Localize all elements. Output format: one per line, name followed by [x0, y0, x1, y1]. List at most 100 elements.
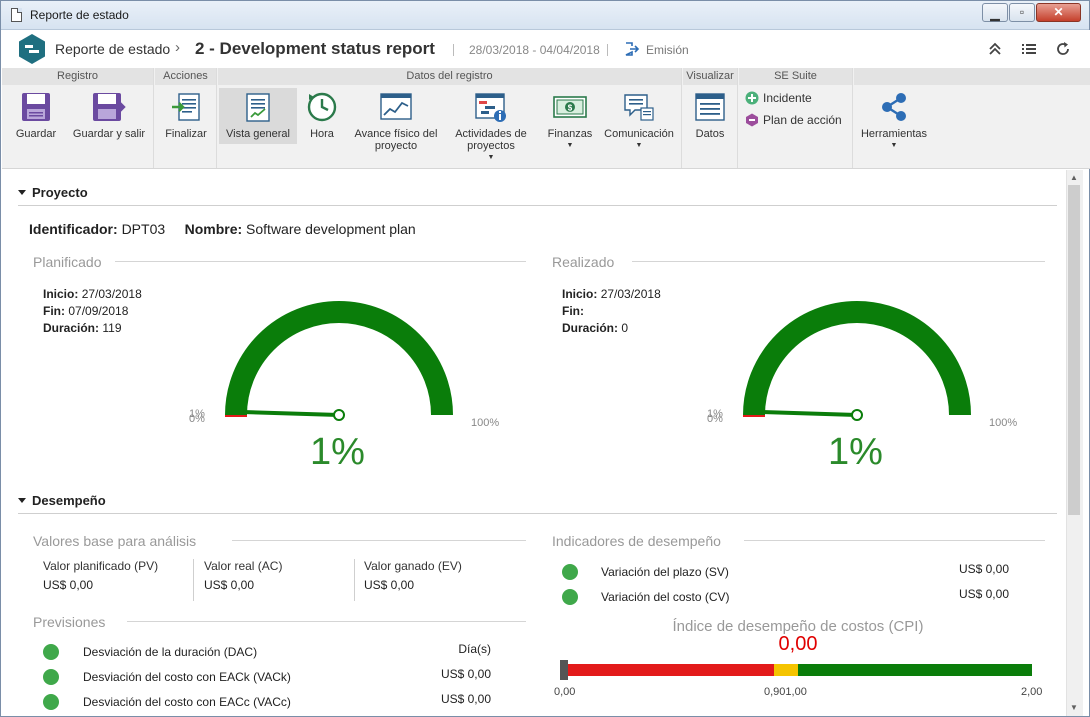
finance-button[interactable]: $ Finanzas ▼ — [538, 88, 602, 166]
ribbon-group-datos-registro: Datos del registro Vista general Hora Av… — [218, 68, 682, 168]
collapse-triangle-icon — [18, 498, 26, 503]
communication-label: Comunicación — [604, 128, 674, 140]
start-value: 27/03/2018 — [600, 287, 661, 301]
status-indicator — [562, 589, 578, 605]
ribbon-group-title — [854, 68, 1090, 85]
report-content: Proyecto Identificador: DPT03 Nombre: So… — [2, 170, 1074, 716]
action-plan-icon — [746, 113, 758, 127]
gauge-hub — [851, 409, 863, 421]
end-value: 07/09/2018 — [68, 304, 129, 318]
save-button[interactable]: Guardar — [6, 88, 66, 166]
data-button[interactable]: Datos — [687, 88, 733, 166]
svg-text:$: $ — [568, 104, 573, 113]
scroll-up-icon[interactable]: ▲ — [1069, 173, 1079, 183]
indicator-value: US$ 0,00 — [958, 587, 1009, 601]
collapse-icon[interactable] — [986, 40, 1004, 58]
ribbon-group-title: SE Suite — [739, 68, 852, 85]
tools-label: Herramientas — [860, 128, 928, 140]
app-logo-icon — [19, 34, 45, 64]
status-indicator — [562, 564, 578, 580]
breadcrumb-root[interactable]: Reporte de estado — [55, 41, 170, 57]
forecasts-rule — [127, 621, 526, 622]
overview-button[interactable]: Vista general — [219, 88, 297, 144]
finance-label: Finanzas — [547, 128, 593, 140]
end-label: Fin: — [562, 304, 584, 318]
ribbon-toolbar: Registro Guardar Guardar y salir Accione… — [2, 68, 1090, 169]
start-label: Inicio: — [43, 287, 79, 301]
incident-button[interactable]: Incidente — [745, 91, 812, 105]
end-label: Fin: — [43, 304, 65, 318]
gauge-arc — [743, 301, 971, 416]
ribbon-group-se-suite: SE Suite Incidente Plan de acción — [739, 68, 853, 168]
identifier-value: DPT03 — [121, 221, 166, 237]
duration-label: Duración: — [43, 321, 100, 335]
gauge-needle — [242, 409, 340, 417]
status-indicator — [43, 694, 59, 710]
emission-label[interactable]: Emisión — [646, 43, 689, 57]
overview-label: Vista general — [225, 128, 290, 140]
list-icon[interactable] — [1020, 40, 1038, 58]
progress-chart-icon — [380, 93, 412, 120]
start-value: 27/03/2018 — [81, 287, 142, 301]
gantt-icon — [475, 93, 506, 122]
scrollbar-thumb[interactable] — [1068, 185, 1080, 515]
forecasts-heading: Previsiones — [33, 614, 106, 630]
duration-label: Duración: — [562, 321, 619, 335]
maximize-button[interactable]: ▫ — [1009, 3, 1035, 22]
forecast-value: US$ 0,00 — [440, 692, 491, 706]
actual-info: Inicio: 27/03/2018 Fin: Duración: 0 — [562, 286, 661, 337]
project-activities-button[interactable]: Actividades de proyectos ▼ — [448, 88, 534, 166]
name-value: Software development plan — [246, 221, 416, 237]
scroll-down-icon[interactable]: ▼ — [1069, 703, 1079, 713]
physical-progress-button[interactable]: Avance físico del proyecto — [348, 88, 444, 166]
section-desempeno-toggle[interactable]: Desempeño — [18, 493, 106, 508]
communication-button[interactable]: Comunicación ▼ — [602, 88, 676, 166]
indicators-heading: Indicadores de desempeño — [552, 533, 721, 549]
action-plan-button[interactable]: Plan de acción — [745, 113, 842, 127]
minimize-button[interactable]: ▁ — [982, 3, 1008, 22]
planned-heading: Planificado — [33, 254, 102, 270]
clock-icon — [307, 92, 337, 122]
record-dates: 28/03/2018 - 04/04/2018 — [469, 43, 600, 57]
ribbon-group-title: Acciones — [155, 68, 216, 85]
planned-value-cell: Valor planificado (PV) US$ 0,00 — [43, 559, 158, 605]
save-label: Guardar — [15, 128, 57, 140]
action-plan-label: Plan de acción — [763, 113, 842, 127]
cpi-pointer — [560, 660, 568, 680]
planned-rule — [115, 261, 526, 262]
collapse-triangle-icon — [18, 190, 26, 195]
indicator-label: Variación del plazo (SV) — [601, 565, 729, 579]
actual-rule — [632, 261, 1045, 262]
chevron-down-icon: ▼ — [487, 154, 495, 161]
forecast-value: Día(s) — [458, 642, 491, 656]
project-activities-label: Actividades de proyectos — [455, 128, 527, 152]
forecast-label: Desviación del costo con EACc (VACc) — [83, 695, 291, 709]
emission-icon — [625, 42, 640, 56]
ribbon-group-registro: Registro Guardar Guardar y salir — [2, 68, 154, 168]
document-icon — [11, 8, 22, 22]
data-label: Datos — [695, 128, 725, 140]
tools-button[interactable]: Herramientas ▼ — [856, 88, 932, 166]
app-window: Reporte de estado ▁ ▫ ✕ Reporte de estad… — [0, 0, 1090, 717]
value-amount: US$ 0,00 — [43, 578, 94, 592]
time-label: Hora — [310, 128, 334, 140]
ribbon-group-acciones: Acciones Finalizar — [155, 68, 217, 168]
actual-gauge-max: 100% — [989, 417, 1018, 429]
base-values-rule — [232, 540, 526, 541]
value-label: Valor real (AC) — [204, 559, 283, 573]
close-button[interactable]: ✕ — [1036, 3, 1081, 22]
incident-label: Incidente — [763, 91, 812, 105]
finalize-button[interactable]: Finalizar — [159, 88, 213, 166]
time-button[interactable]: Hora — [300, 88, 344, 166]
header-divider — [607, 44, 608, 56]
money-icon: $ — [553, 96, 587, 118]
value-label: Valor planificado (PV) — [43, 559, 159, 573]
section-title: Proyecto — [32, 185, 88, 200]
ribbon-group-title: Datos del registro — [218, 68, 681, 85]
section-proyecto-toggle[interactable]: Proyecto — [18, 185, 88, 200]
physical-progress-label: Avance físico del proyecto — [354, 128, 438, 152]
planned-gauge — [225, 301, 453, 421]
refresh-icon[interactable] — [1054, 40, 1072, 58]
window-title: Reporte de estado — [30, 8, 129, 22]
save-and-exit-button[interactable]: Guardar y salir — [68, 88, 150, 166]
